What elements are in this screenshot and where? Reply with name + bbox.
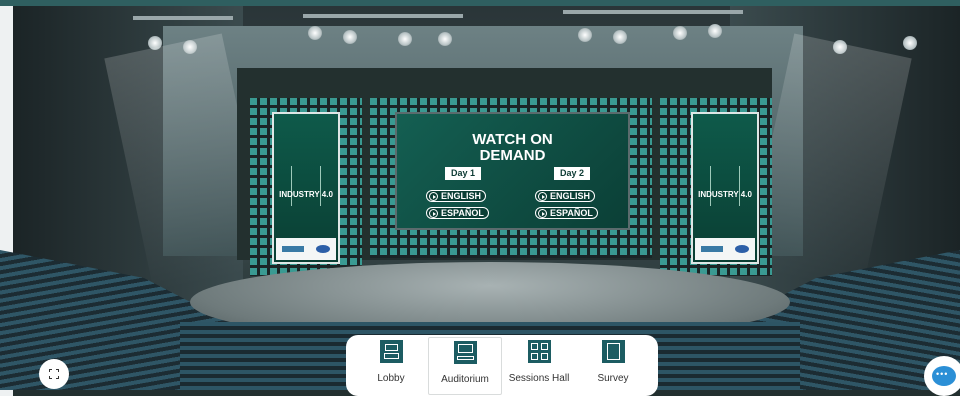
day-1-english-button[interactable]: ENGLISH (426, 190, 487, 202)
spanish-label: ESPAÑOL (550, 207, 593, 218)
day-1-label: Day 1 (445, 167, 482, 180)
day-2-spanish-button[interactable]: ESPAÑOL (535, 207, 598, 219)
sponsor-logo (282, 246, 304, 252)
spotlight-icon (438, 32, 452, 46)
sponsor-logo (701, 246, 723, 252)
virtual-event-viewport: INDUSTRY 4.0 INDUSTRY 4.0 WATCH ON DEMAN… (0, 0, 960, 396)
fullscreen-button[interactable] (39, 359, 69, 389)
auditorium-icon (453, 341, 477, 364)
day-1-spanish-button[interactable]: ESPAÑOL (426, 207, 489, 219)
play-icon (538, 208, 547, 218)
nav-auditorium[interactable]: Auditorium (428, 337, 502, 395)
english-label: ENGLISH (441, 190, 482, 201)
main-screen: WATCH ON DEMAND Day 1 Day 2 ENGLISH ENGL… (395, 112, 630, 230)
nav-survey[interactable]: Survey (576, 337, 650, 395)
spotlight-icon (708, 24, 722, 38)
right-banner: INDUSTRY 4.0 (691, 112, 759, 264)
sponsor-logo (316, 245, 330, 253)
spotlight-icon (673, 26, 687, 40)
nav-label: Survey (597, 373, 629, 384)
spotlight-icon (308, 26, 322, 40)
banner-title: INDUSTRY 4.0 (279, 190, 333, 199)
banner-title: INDUSTRY 4.0 (698, 190, 752, 199)
sponsor-logos (276, 238, 336, 260)
play-icon (538, 191, 547, 201)
screen-title: WATCH ON DEMAND (472, 131, 553, 164)
spotlight-icon (578, 28, 592, 42)
nav-lobby[interactable]: Lobby (354, 337, 428, 395)
spotlight-icon (613, 30, 627, 44)
fullscreen-icon (49, 369, 59, 379)
industry-graphic (291, 166, 321, 206)
play-icon (429, 191, 438, 201)
nav-label: Lobby (377, 373, 405, 384)
survey-icon (601, 340, 625, 363)
lobby-icon (379, 340, 403, 363)
spotlight-icon (398, 32, 412, 46)
chat-icon (932, 366, 956, 386)
nav-label: Auditorium (441, 374, 489, 385)
day-2-label: Day 2 (554, 167, 591, 180)
sessions-hall-icon (527, 340, 551, 363)
light-truss (303, 14, 463, 18)
english-label: ENGLISH (550, 190, 591, 201)
sponsor-logos (695, 238, 755, 260)
nav-sessions-hall[interactable]: Sessions Hall (502, 337, 576, 395)
day-2-english-button[interactable]: ENGLISH (535, 190, 596, 202)
industry-graphic (710, 166, 740, 206)
spotlight-icon (343, 30, 357, 44)
light-truss (563, 10, 743, 14)
nav-label: Sessions Hall (508, 373, 570, 384)
spanish-label: ESPAÑOL (441, 207, 484, 218)
chat-button[interactable] (924, 356, 960, 396)
play-icon (429, 208, 438, 218)
left-banner: INDUSTRY 4.0 (272, 112, 340, 264)
sponsor-logo (735, 245, 749, 253)
light-truss (133, 16, 233, 20)
room-navigation: Lobby Auditorium Sessions Hall Survey (346, 335, 658, 396)
spotlight-icon (903, 36, 917, 50)
